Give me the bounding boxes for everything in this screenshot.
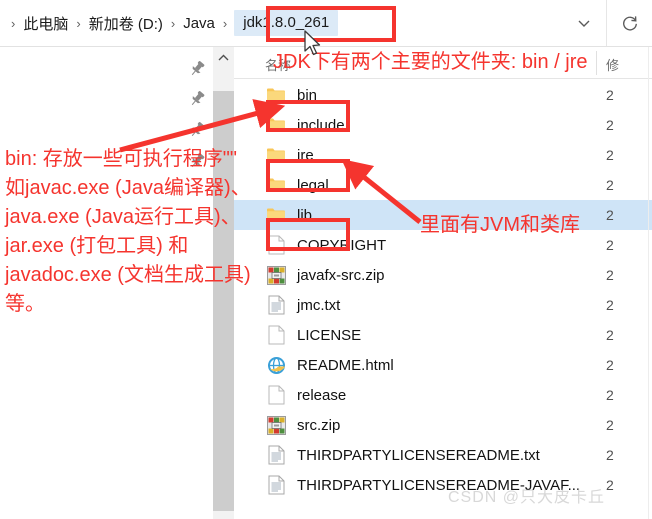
annotation-left-line: 等。 [5, 293, 45, 315]
zip-icon [265, 414, 287, 436]
file-name-label: release [297, 386, 347, 404]
annotation-left-line: bin: 存放一些可执行程序"" [5, 148, 238, 170]
file-date-label: 2 [606, 477, 614, 493]
mouse-cursor-icon [304, 30, 321, 56]
file-date-label: 2 [606, 327, 614, 343]
scroll-up-button[interactable] [213, 47, 234, 68]
browser-icon [265, 354, 287, 376]
file-date-label: 2 [606, 267, 614, 283]
pane-right-border [648, 47, 649, 519]
zip-icon [266, 415, 286, 435]
chevron-up-icon [218, 54, 229, 60]
blank-file-icon [265, 324, 287, 346]
annotation-left-line: 如javac.exe (Java编译器)、 [5, 177, 251, 199]
annotation-left-line: jar.exe (打包工具) 和 [5, 235, 189, 257]
annotation-right: 里面有JVM和类库 [420, 214, 580, 236]
file-list-row[interactable]: README.html 2 [234, 350, 652, 380]
watermark: CSDN @只大皮卡丘 [448, 489, 606, 506]
refresh-icon [622, 16, 637, 31]
breadcrumb-separator-icon[interactable]: › [216, 17, 234, 30]
file-name-label: src.zip [297, 416, 341, 434]
file-name-label: LICENSE [297, 326, 362, 344]
breadcrumb-separator-icon[interactable]: › [164, 17, 182, 30]
chevron-down-icon [578, 20, 589, 27]
file-name-label: README.html [297, 356, 394, 374]
explorer-window: › 此电脑 › 新加卷 (D:) › Java › jdk1.8.0_261 名… [0, 0, 652, 519]
file-date-label: 2 [606, 447, 614, 463]
file-list-row[interactable]: LICENSE 2 [234, 320, 652, 350]
text-file-icon [265, 444, 287, 466]
annotation-left-line: java.exe (Java运行工具)、 [5, 206, 241, 228]
file-name-label: THIRDPARTYLICENSEREADME.txt [297, 446, 540, 464]
browser-icon [267, 356, 285, 374]
column-header-date[interactable]: 修 [606, 55, 619, 74]
file-date-label: 2 [606, 237, 614, 253]
blank-file-icon [265, 384, 287, 406]
breadcrumb-item-volume-d[interactable]: 新加卷 (D:) [88, 11, 164, 36]
file-date-label: 2 [606, 417, 614, 433]
refresh-button[interactable] [607, 0, 652, 46]
column-divider[interactable] [596, 51, 597, 75]
breadcrumb-item-this-pc[interactable]: 此电脑 [22, 11, 69, 36]
file-date-label: 2 [606, 117, 614, 133]
breadcrumb-item-java[interactable]: Java [182, 13, 216, 34]
file-date-label: 2 [606, 387, 614, 403]
address-dropdown-button[interactable] [561, 0, 606, 46]
highlight-box-address [266, 6, 396, 42]
highlight-box-bin [266, 100, 350, 132]
text-file-icon [268, 475, 284, 495]
breadcrumb-separator-icon[interactable]: › [4, 17, 22, 30]
breadcrumb-separator-icon[interactable]: › [69, 17, 87, 30]
text-file-icon [268, 445, 284, 465]
file-list-row[interactable]: src.zip 2 [234, 410, 652, 440]
pin-icon[interactable] [187, 120, 209, 142]
file-list-row[interactable]: release 2 [234, 380, 652, 410]
file-date-label: 2 [606, 87, 614, 103]
text-file-icon [265, 474, 287, 496]
file-list-row[interactable]: THIRDPARTYLICENSEREADME.txt 2 [234, 440, 652, 470]
file-date-label: 2 [606, 357, 614, 373]
pin-icon[interactable] [187, 59, 209, 81]
blank-file-icon [268, 325, 284, 345]
file-date-label: 2 [606, 207, 614, 223]
pin-icon[interactable] [187, 89, 209, 111]
file-date-label: 2 [606, 177, 614, 193]
blank-file-icon [268, 385, 284, 405]
annotation-left: bin: 存放一些可执行程序"" 如javac.exe (Java编译器)、 jav… [5, 145, 325, 319]
file-date-label: 2 [606, 297, 614, 313]
annotation-left-line: javadoc.exe (文档生成工具) [5, 264, 251, 286]
file-date-label: 2 [606, 147, 614, 163]
